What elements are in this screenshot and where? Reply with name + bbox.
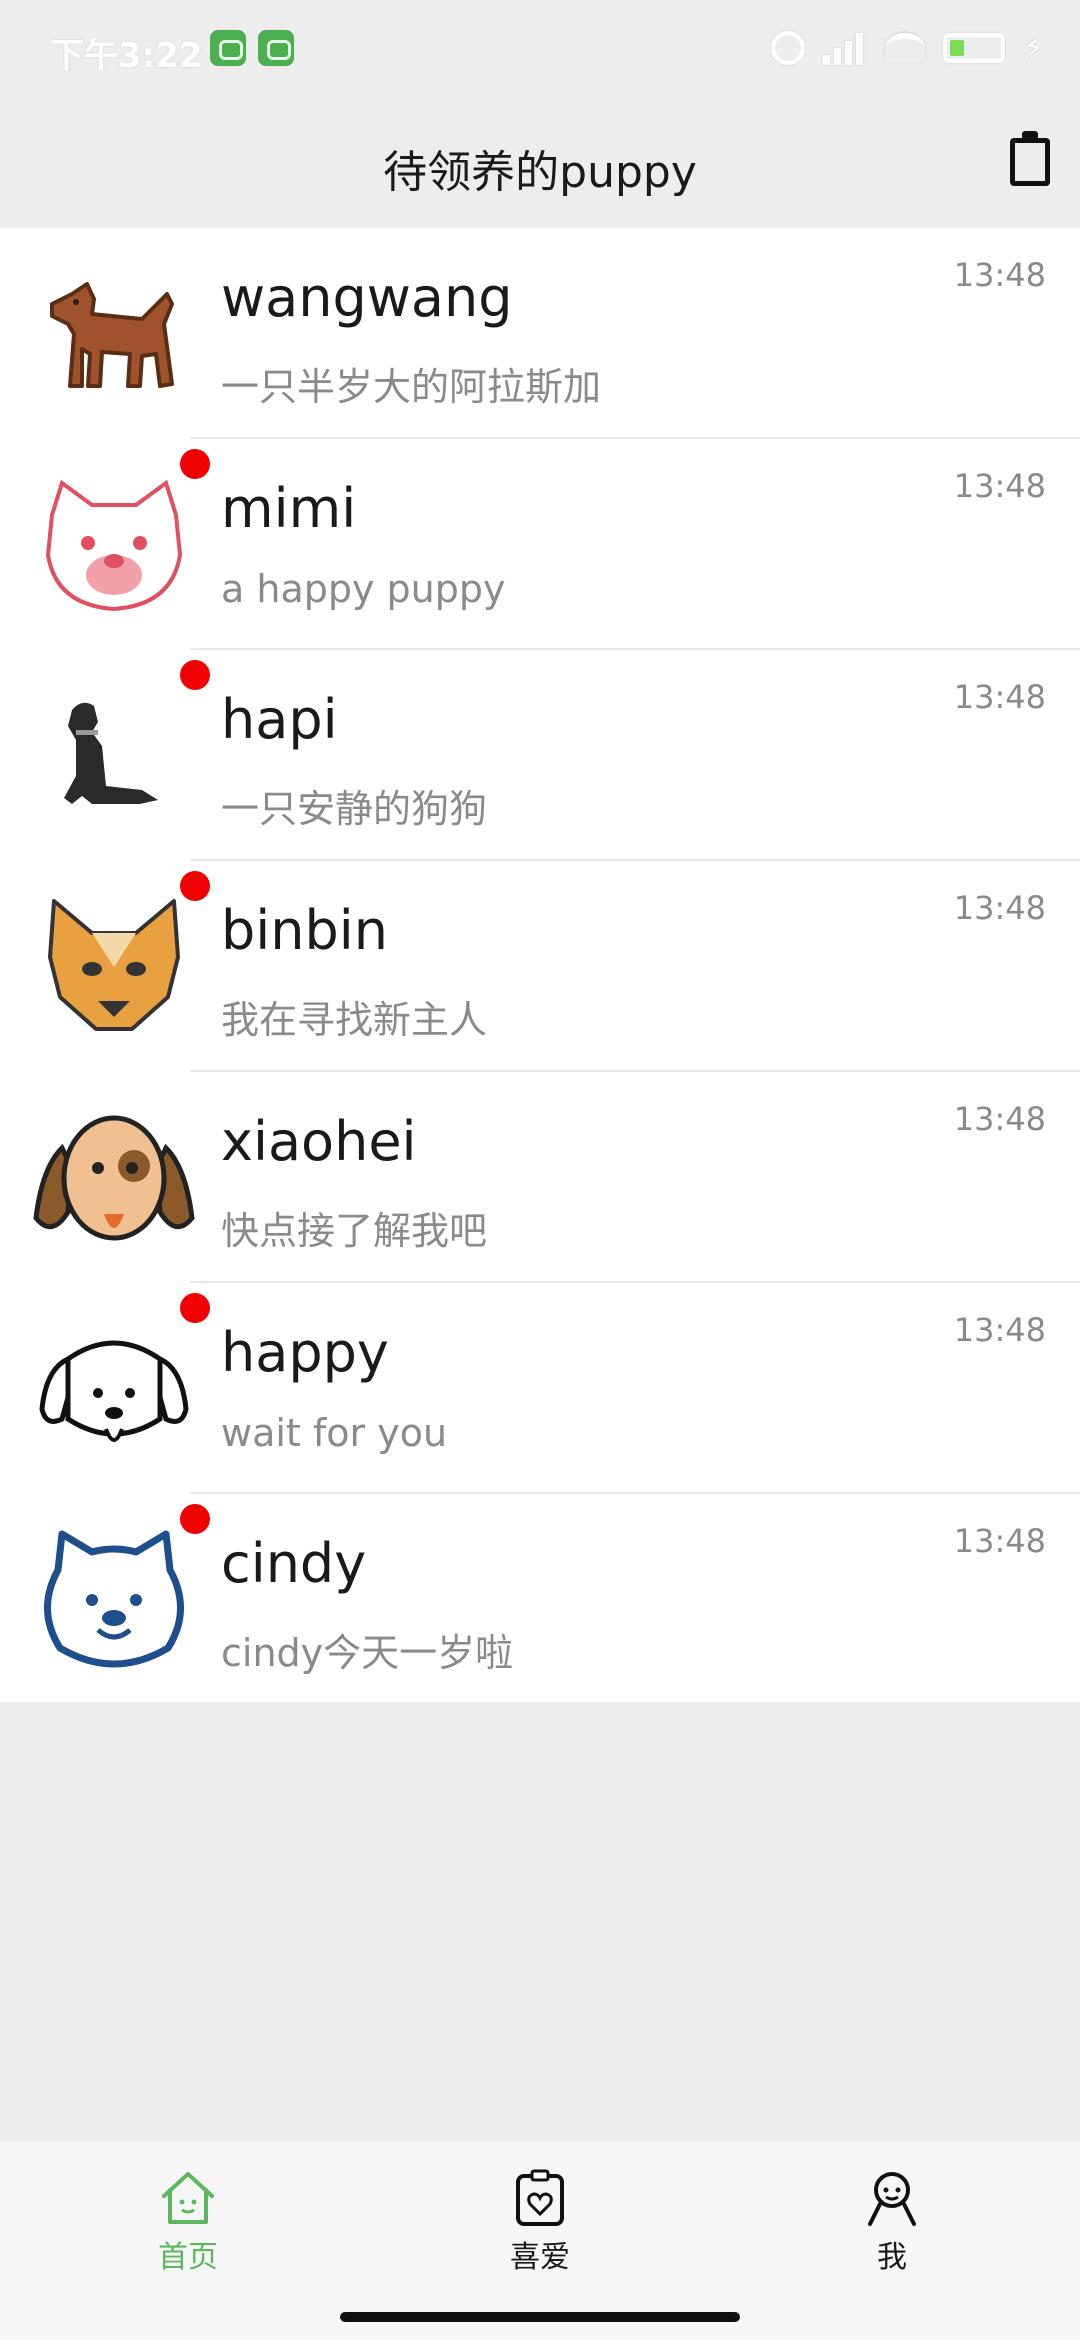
alarm-icon	[770, 31, 805, 65]
app-notification-icon	[258, 30, 294, 66]
puppy-message: 快点接了解我吧	[221, 1209, 488, 1253]
page-title: 待领养的puppy	[383, 147, 697, 198]
puppy-name: xiaohei	[221, 1110, 417, 1173]
wifi-icon	[884, 33, 925, 63]
puppy-name: hapi	[221, 688, 338, 751]
unread-dot	[180, 1293, 210, 1323]
puppy-message: wait for you	[221, 1411, 448, 1455]
bottom-tab-bar: 首页 喜爱 我	[0, 2142, 1080, 2340]
unread-dot	[180, 1504, 210, 1534]
home-indicator[interactable]	[340, 2312, 740, 2322]
tab-me[interactable]: 我	[792, 2168, 992, 2276]
spotted-dog-face-icon	[32, 1108, 196, 1248]
list-item[interactable]: wangwang 一只半岁大的阿拉斯加 13:48	[0, 228, 1080, 439]
clipboard-icon[interactable]	[1010, 131, 1050, 186]
puppy-name: cindy	[221, 1532, 367, 1595]
puppy-name: mimi	[221, 477, 357, 540]
list-item[interactable]: binbin 我在寻找新主人 13:48	[0, 861, 1080, 1072]
list-item[interactable]: happy wait for you 13:48	[0, 1283, 1080, 1494]
puppy-message: cindy今天一岁啦	[221, 1631, 514, 1675]
list-item[interactable]: cindy cindy今天一岁啦 13:48	[0, 1494, 1080, 1705]
list-item[interactable]: xiaohei 快点接了解我吧 13:48	[0, 1072, 1080, 1283]
puppy-list: wangwang 一只半岁大的阿拉斯加 13:48 mimi a happy p…	[0, 228, 1080, 1702]
timestamp: 13:48	[953, 467, 1046, 505]
unread-dot	[180, 449, 210, 479]
sitting-dog-icon	[32, 686, 196, 826]
puppy-name: binbin	[221, 899, 389, 962]
tab-favorites[interactable]: 喜爱	[440, 2168, 640, 2276]
blue-bear-face-icon	[32, 1530, 196, 1670]
tab-home[interactable]: 首页	[88, 2168, 288, 2276]
signal-icon	[822, 31, 867, 65]
puppy-name: wangwang	[221, 266, 513, 329]
puppy-name: happy	[221, 1321, 389, 1384]
nav-header: 待领养的puppy	[0, 100, 1080, 228]
person-icon	[868, 2172, 916, 2226]
app-notification-icon	[210, 30, 246, 66]
puppy-message: 一只半岁大的阿拉斯加	[221, 365, 602, 409]
brown-dog-icon	[32, 264, 196, 404]
unread-dot	[180, 871, 210, 901]
timestamp: 13:48	[953, 1522, 1046, 1560]
tab-label: 我	[877, 2240, 907, 2275]
timestamp: 13:48	[953, 256, 1046, 294]
status-time: 下午3:22	[50, 36, 203, 76]
list-item[interactable]: mimi a happy puppy 13:48	[0, 439, 1080, 650]
outline-dog-face-icon	[32, 1319, 196, 1459]
tab-label: 首页	[158, 2240, 218, 2275]
puppy-message: 一只安静的狗狗	[221, 787, 488, 831]
home-icon	[162, 2172, 214, 2224]
list-item[interactable]: hapi 一只安静的狗狗 13:48	[0, 650, 1080, 861]
status-bar: 下午3:22 ⚡	[0, 0, 1080, 100]
tab-label: 喜爱	[510, 2240, 570, 2275]
unread-dot	[180, 660, 210, 690]
puppy-message: 我在寻找新主人	[221, 998, 488, 1042]
heart-clipboard-icon	[516, 2169, 564, 2226]
husky-face-icon	[32, 897, 196, 1037]
timestamp: 13:48	[953, 1100, 1046, 1138]
shiba-face-icon	[32, 475, 196, 615]
puppy-message: a happy puppy	[221, 567, 506, 611]
timestamp: 13:48	[953, 889, 1046, 927]
status-icons: ⚡	[770, 28, 1044, 68]
battery-icon	[942, 33, 1005, 63]
charging-icon: ⚡	[1022, 30, 1044, 66]
timestamp: 13:48	[953, 1311, 1046, 1349]
timestamp: 13:48	[953, 678, 1046, 716]
